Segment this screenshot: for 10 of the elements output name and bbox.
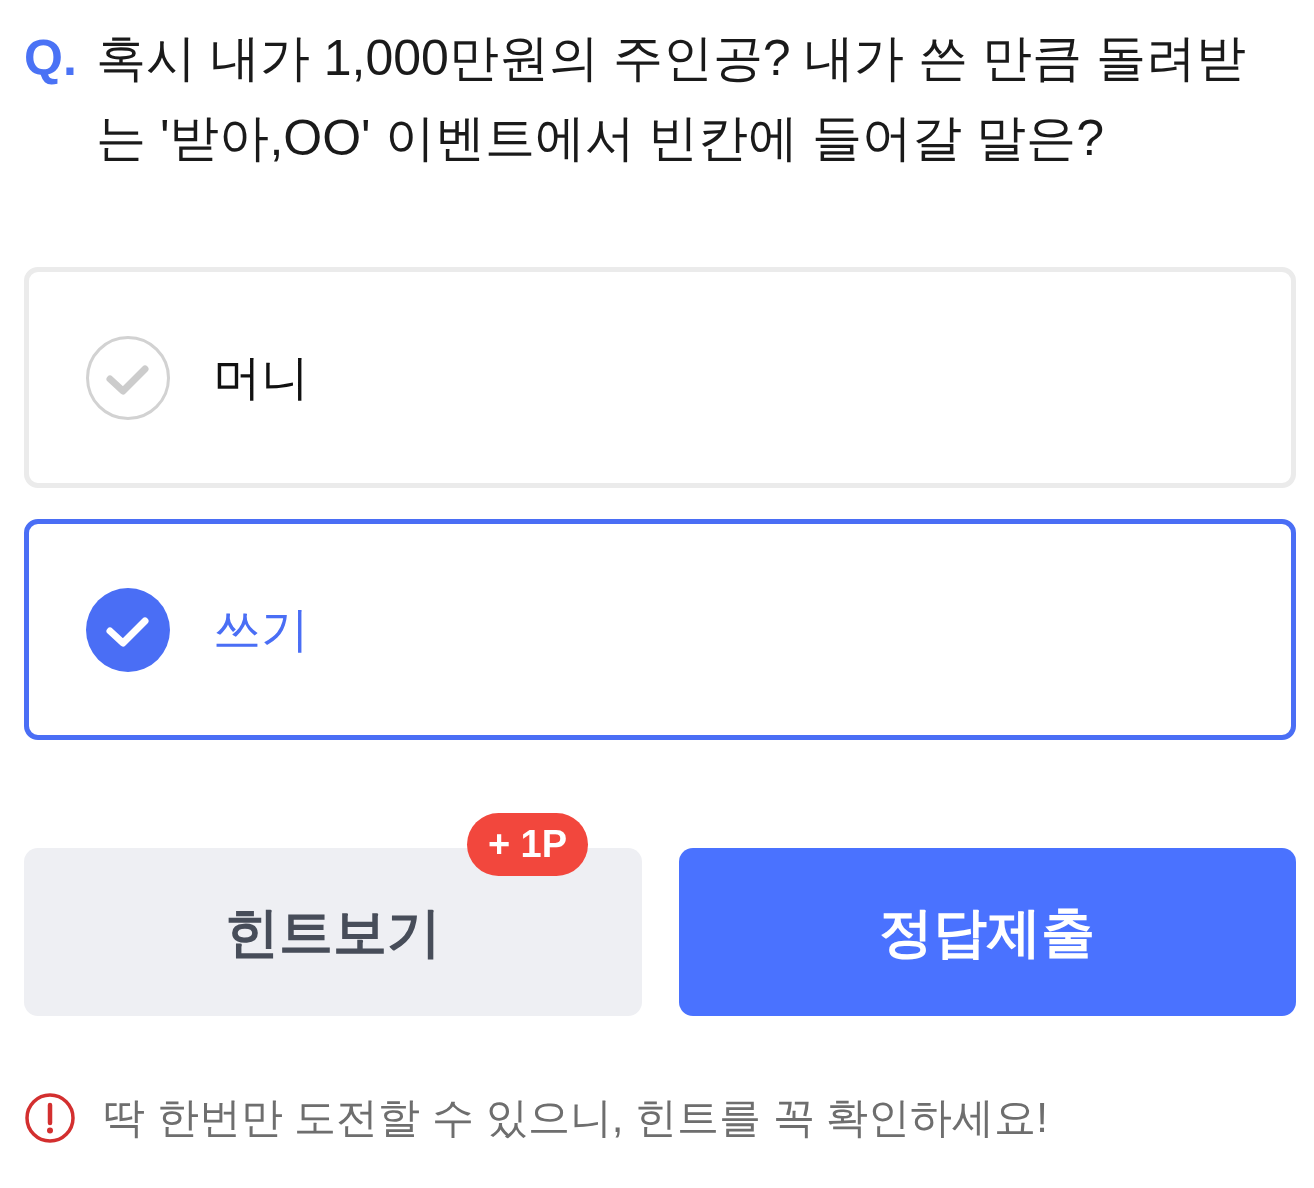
answer-option[interactable]: 쓰기 [24, 519, 1296, 740]
check-circle-icon [86, 335, 170, 420]
answer-option[interactable]: 머니 [24, 267, 1296, 488]
submit-button[interactable]: 정답제출 [678, 848, 1296, 1016]
question-marker: Q. [24, 29, 78, 88]
warning-icon [25, 1093, 75, 1143]
check-circle-icon [86, 587, 170, 672]
points-badge: + 1P [467, 813, 588, 876]
question-text: 혹시 내가 1,000만원의 주인공? 내가 쓴 만큼 돌려받는 '받아,OO' 이벤트에서 빈칸에 들어갈 말은? [96, 29, 1248, 168]
notice-text: 딱 한번만 도전할 수 있으니, 힌트를 꼭 확인하세요! [103, 1097, 1049, 1139]
